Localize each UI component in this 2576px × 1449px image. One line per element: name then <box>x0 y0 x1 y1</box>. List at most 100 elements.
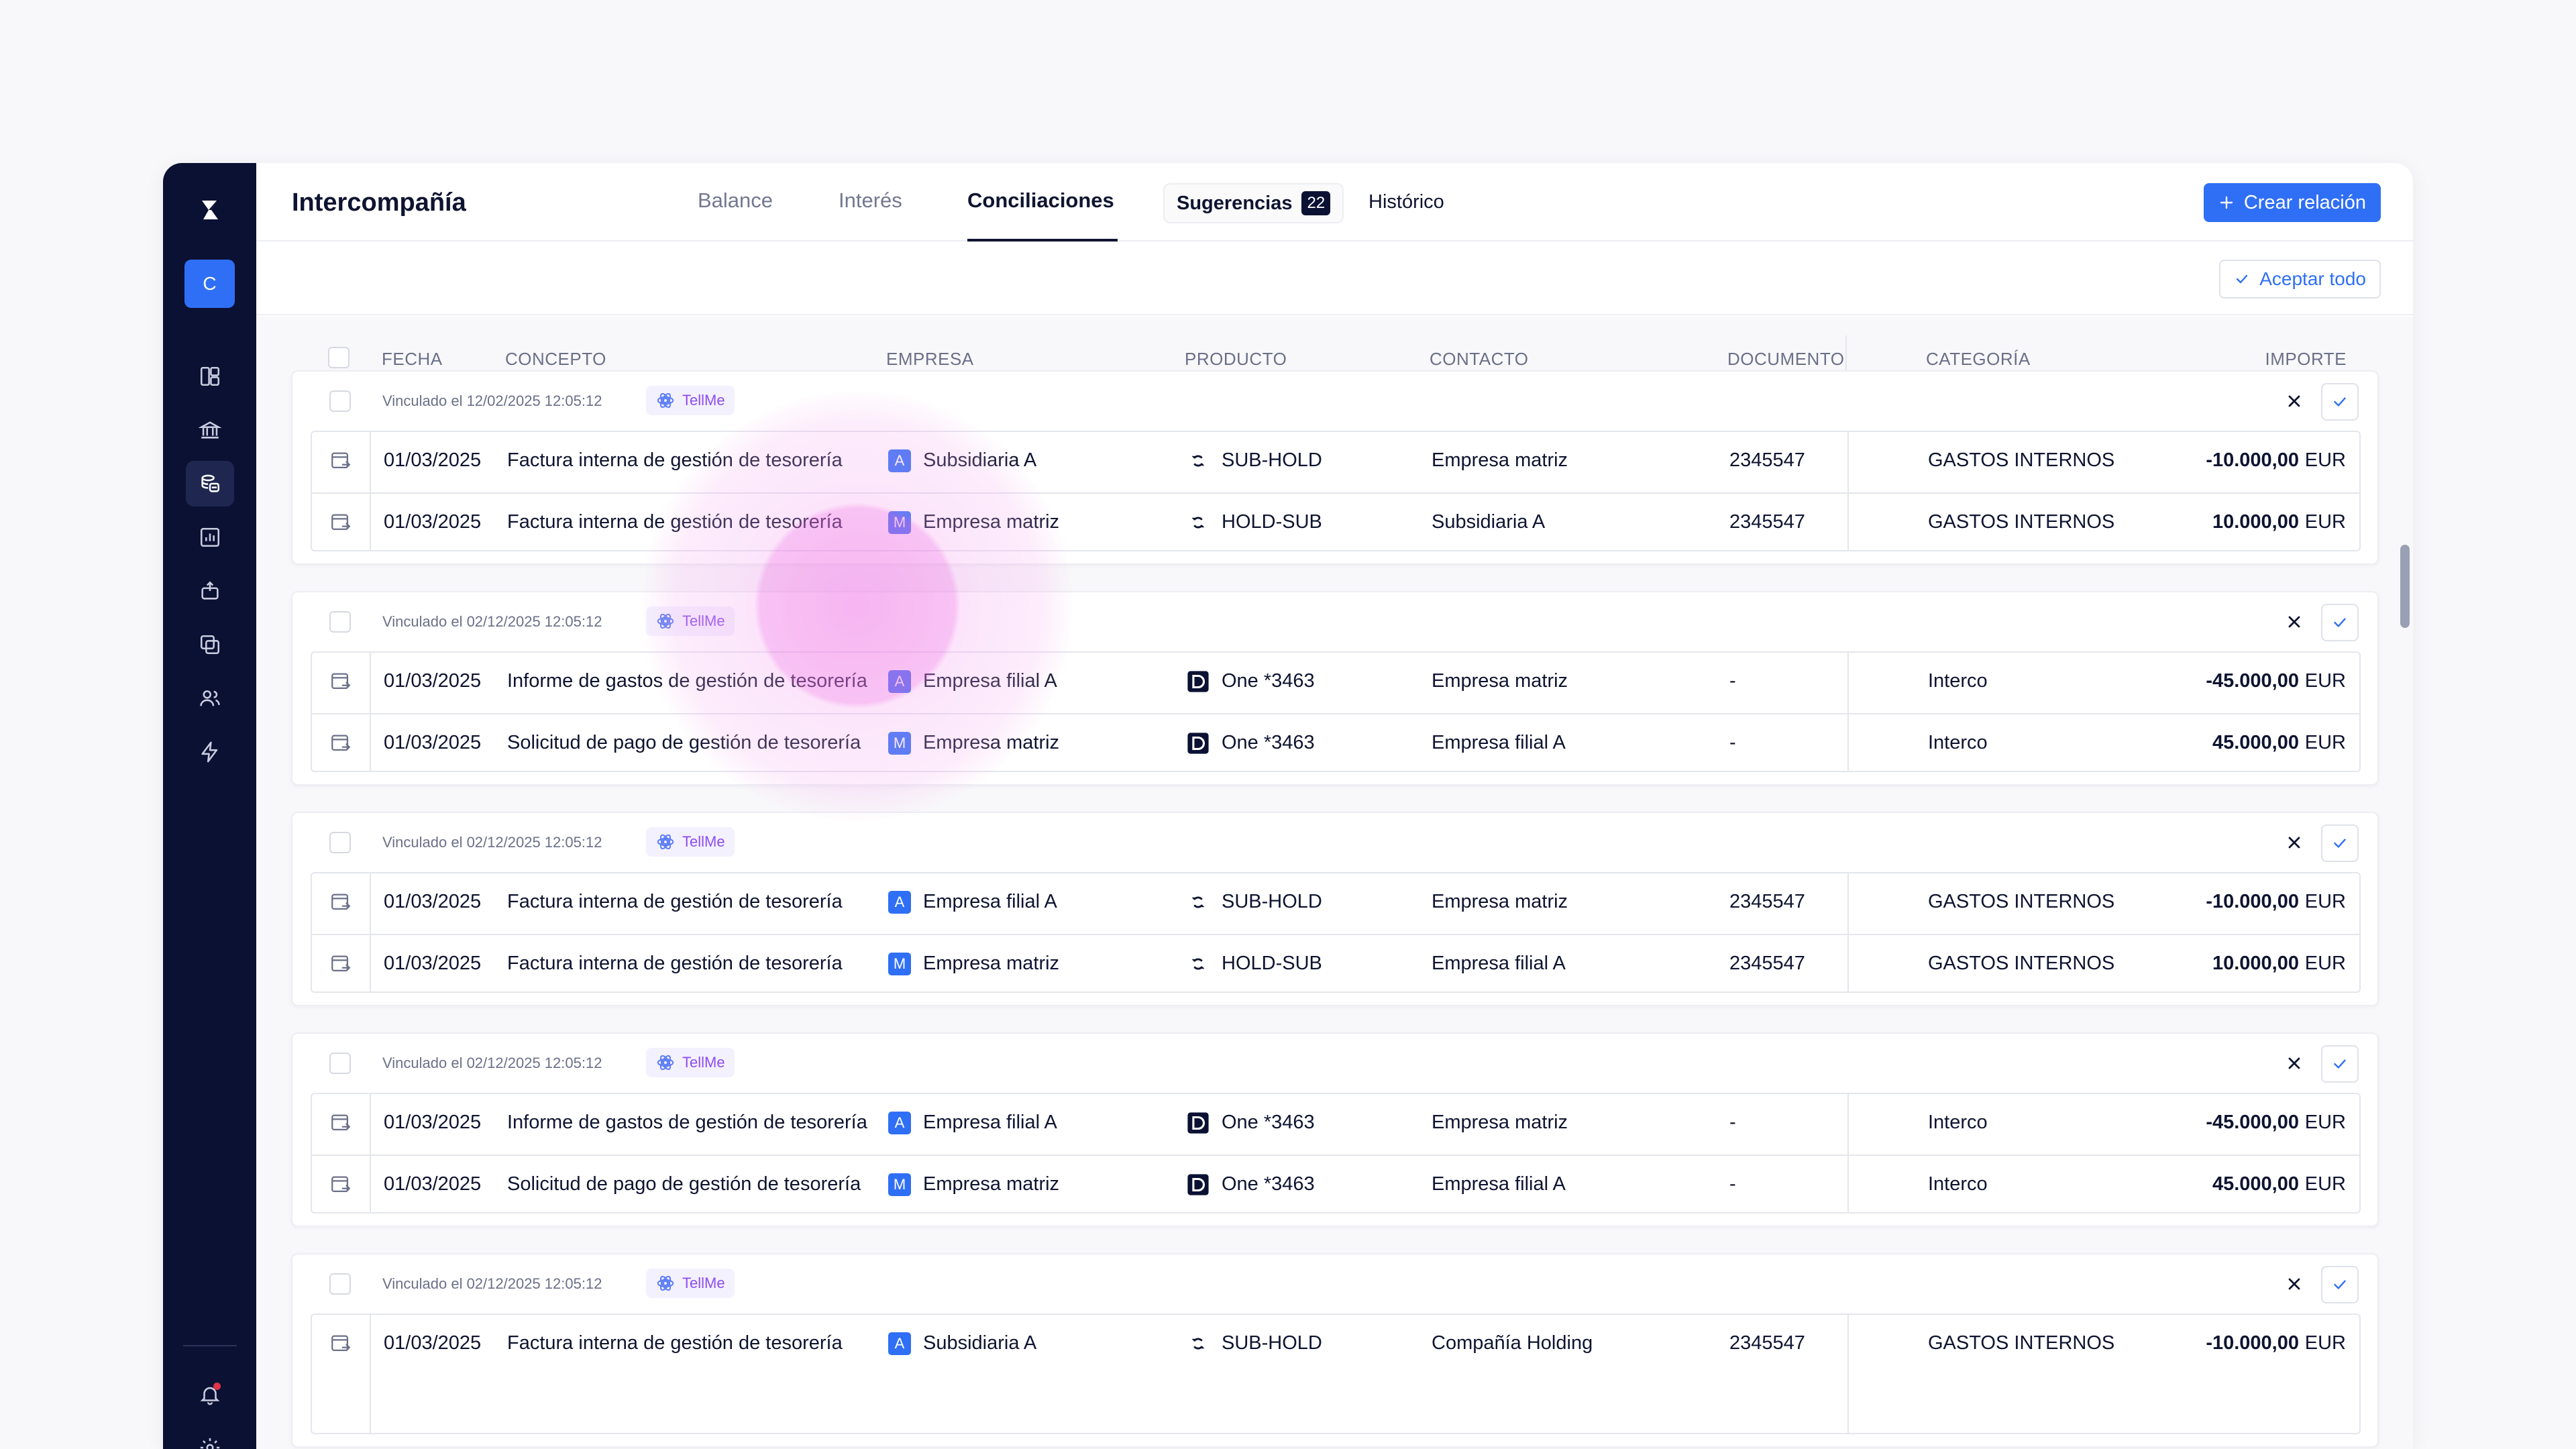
col-producto[interactable]: PRODUCTO <box>1185 349 1287 370</box>
payments-icon[interactable] <box>186 568 234 614</box>
table-row[interactable]: 01/03/2025 Informe de gastos de gestión … <box>312 1094 2359 1153</box>
row-concept: Informe de gastos de gestión de tesorerí… <box>507 670 867 692</box>
contacts-icon[interactable] <box>186 676 234 721</box>
table-row[interactable]: 01/03/2025 Solicitud de pago de gestión … <box>312 713 2359 772</box>
row-amount: 45.000,00 <box>2212 732 2299 753</box>
group-checkbox[interactable] <box>329 1273 351 1295</box>
row-date: 01/03/2025 <box>384 449 482 471</box>
col-fecha[interactable]: FECHA <box>382 349 443 370</box>
tellme-label: TellMe <box>682 833 725 850</box>
group-checkbox[interactable] <box>329 832 351 853</box>
swap-icon <box>1187 953 1210 975</box>
active-tab-indicator <box>967 239 1118 241</box>
match-group: Vinculado el 02/12/2025 12:05:12 TellMe … <box>291 1032 2379 1227</box>
swap-icon <box>1187 449 1210 472</box>
row-date: 01/03/2025 <box>384 670 482 692</box>
table-row[interactable]: 01/03/2025 Informe de gastos de gestión … <box>312 653 2359 712</box>
reject-match-button[interactable] <box>2282 830 2306 855</box>
reject-match-button[interactable] <box>2282 1272 2306 1296</box>
linked-date: Vinculado el 02/12/2025 12:05:12 <box>382 1275 602 1292</box>
row-currency: EUR <box>2304 1112 2346 1133</box>
notification-dot <box>213 1383 221 1390</box>
row-concept: Factura interna de gestión de tesorería <box>507 511 843 533</box>
notifications-icon[interactable] <box>186 1371 234 1419</box>
row-entity: A Subsidiaria A <box>888 449 1036 473</box>
col-concepto[interactable]: CONCEPTO <box>505 349 606 370</box>
transaction-icon <box>329 511 352 534</box>
tab-sugerencias[interactable]: Sugerencias 22 <box>1163 183 1344 223</box>
entity-name: Empresa matriz <box>923 511 1060 533</box>
swap-icon <box>1187 511 1210 534</box>
close-icon <box>2285 392 2304 411</box>
row-currency: EUR <box>2304 1332 2346 1354</box>
row-amount: -45.000,00 <box>2206 670 2299 692</box>
close-icon <box>2285 1054 2304 1073</box>
col-empresa[interactable]: EMPRESA <box>886 349 974 370</box>
row-category: Interco <box>1928 732 1988 753</box>
reports-icon[interactable] <box>186 515 234 560</box>
row-date: 01/03/2025 <box>384 1112 482 1133</box>
column-divider <box>370 1094 371 1212</box>
table-row[interactable]: 01/03/2025 Factura interna de gestión de… <box>312 1315 2359 1374</box>
workspace-avatar[interactable]: C <box>184 260 235 308</box>
table-row[interactable]: 01/03/2025 Factura interna de gestión de… <box>312 934 2359 993</box>
reject-match-button[interactable] <box>2282 1051 2306 1075</box>
tellme-badge[interactable]: TellMe <box>646 827 735 857</box>
group-checkbox[interactable] <box>329 390 351 412</box>
transaction-icon <box>329 1332 352 1355</box>
tellme-label: TellMe <box>682 1275 725 1291</box>
bank-icon[interactable] <box>186 407 234 453</box>
accept-match-button[interactable] <box>2321 1045 2359 1083</box>
automations-icon[interactable] <box>186 729 234 775</box>
brand-logo-icon[interactable] <box>197 197 223 223</box>
group-rows: 01/03/2025 Factura interna de gestión de… <box>311 431 2361 551</box>
col-importe[interactable]: IMPORTE <box>2265 349 2347 370</box>
transaction-icon <box>329 1112 352 1134</box>
tab-conciliaciones[interactable]: Conciliaciones <box>967 189 1114 213</box>
tellme-badge[interactable]: TellMe <box>646 1269 735 1298</box>
tellme-badge[interactable]: TellMe <box>646 606 735 636</box>
row-category: Interco <box>1928 1112 1988 1133</box>
reject-match-button[interactable] <box>2282 610 2306 634</box>
settings-icon[interactable] <box>186 1428 234 1449</box>
tab-historico[interactable]: Histórico <box>1368 191 1444 213</box>
row-category: GASTOS INTERNOS <box>1928 953 2115 974</box>
check-icon <box>2331 1276 2349 1293</box>
select-all-checkbox[interactable] <box>328 347 350 368</box>
col-contacto[interactable]: CONTACTO <box>1430 349 1528 370</box>
accept-all-button[interactable]: Aceptar todo <box>2219 260 2381 299</box>
row-amount: 10.000,00 <box>2212 953 2299 974</box>
group-checkbox[interactable] <box>329 1053 351 1074</box>
row-product: HOLD-SUB <box>1187 511 1322 534</box>
group-checkbox[interactable] <box>329 611 351 633</box>
table-row[interactable]: 01/03/2025 Solicitud de pago de gestión … <box>312 1155 2359 1214</box>
accept-match-button[interactable] <box>2321 1266 2359 1303</box>
tellme-badge[interactable]: TellMe <box>646 1048 735 1077</box>
match-group: Vinculado el 02/12/2025 12:05:12 TellMe … <box>291 591 2379 786</box>
accept-match-button[interactable] <box>2321 604 2359 641</box>
tab-interes[interactable]: Interés <box>839 189 902 213</box>
col-documento[interactable]: DOCUMENTO <box>1727 349 1844 370</box>
entity-badge: M <box>888 732 911 755</box>
tellme-label: TellMe <box>682 612 725 629</box>
tab-balance[interactable]: Balance <box>698 189 773 213</box>
col-categoria[interactable]: CATEGORÍA <box>1926 349 2031 370</box>
scrollbar-thumb[interactable] <box>2400 545 2410 628</box>
create-relation-button[interactable]: Crear relación <box>2203 183 2381 222</box>
row-currency: EUR <box>2304 953 2346 974</box>
transaction-icon <box>329 732 352 755</box>
amount-divider <box>1847 432 1849 550</box>
documents-icon[interactable] <box>186 622 234 667</box>
table-row[interactable]: 01/03/2025 Factura interna de gestión de… <box>312 873 2359 932</box>
accept-match-button[interactable] <box>2321 383 2359 421</box>
dashboard-icon[interactable] <box>186 354 234 399</box>
tellme-badge[interactable]: TellMe <box>646 386 735 415</box>
intercompany-icon[interactable] <box>186 461 234 506</box>
column-divider <box>370 1315 371 1433</box>
row-concept: Factura interna de gestión de tesorería <box>507 891 843 912</box>
table-row[interactable]: 01/03/2025 Factura interna de gestión de… <box>312 492 2359 551</box>
tellme-icon <box>655 611 676 631</box>
reject-match-button[interactable] <box>2282 389 2306 413</box>
table-row[interactable]: 01/03/2025 Factura interna de gestión de… <box>312 432 2359 491</box>
accept-match-button[interactable] <box>2321 824 2359 862</box>
